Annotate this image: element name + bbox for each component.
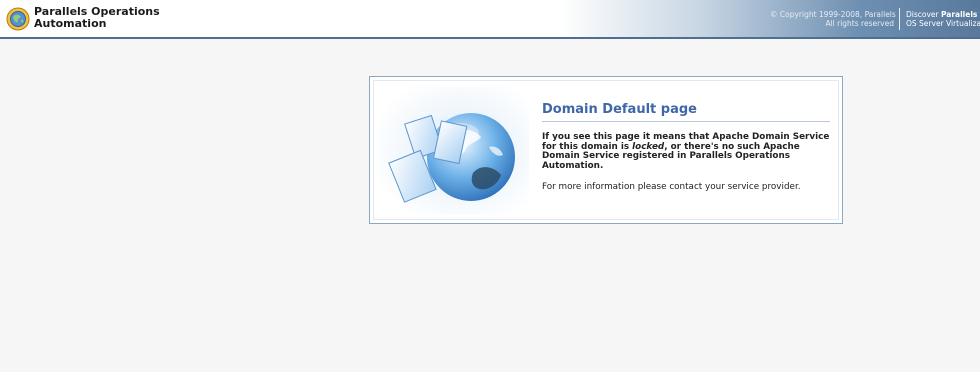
panel-content: Domain Default page If you see this page…: [542, 102, 830, 192]
copyright-notice: © Copyright 1999-2008, Parallels All rig…: [770, 10, 896, 28]
copyright-line1: © Copyright 1999-2008, Parallels: [770, 10, 896, 19]
discover-prefix: Discover: [906, 10, 941, 19]
discover-line1: Discover Parallels: [906, 10, 980, 19]
page-title: Domain Default page: [542, 102, 830, 122]
globe-documents-illustration: [377, 87, 529, 215]
locked-message: If you see this page it means that Apach…: [542, 132, 830, 171]
discover-brand: Parallels: [941, 10, 978, 19]
top-header: Parallels Operations Automation © Copyri…: [0, 0, 980, 39]
panel-inner: Domain Default page If you see this page…: [373, 80, 839, 220]
header-divider: [899, 8, 900, 30]
copyright-line2: All rights reserved: [825, 19, 894, 28]
parallels-logo-icon: [6, 7, 30, 31]
brand-line2: Automation: [34, 17, 107, 30]
domain-default-panel: Domain Default page If you see this page…: [369, 76, 843, 224]
contact-message: For more information please contact your…: [542, 182, 801, 193]
discover-parallels-link[interactable]: Discover Parallels OS Server Virtualiza: [906, 10, 980, 28]
discover-line2: OS Server Virtualiza: [906, 19, 980, 28]
locked-emphasis: locked: [632, 141, 665, 152]
brand-name[interactable]: Parallels Operations Automation: [34, 6, 160, 30]
